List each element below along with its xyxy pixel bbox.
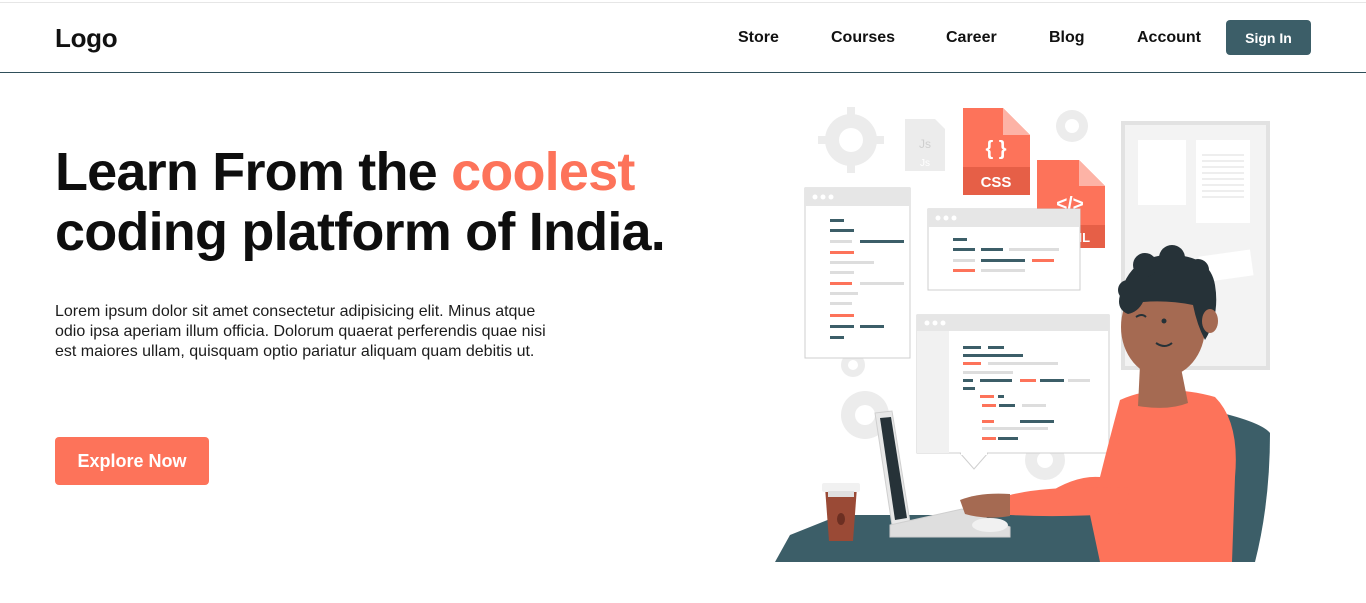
gear-icon — [1056, 110, 1088, 142]
code-window — [804, 187, 911, 359]
svg-text:Js: Js — [920, 158, 930, 169]
hero-title: Learn From the coolest coding platform o… — [55, 142, 715, 262]
svg-text:Js: Js — [919, 137, 931, 151]
coding-illustration: Js Js { } CSS </> HTML — [775, 107, 1270, 562]
hero-title-part2: coding platform of India. — [55, 202, 666, 262]
logo[interactable]: Logo — [55, 23, 118, 54]
nav-item-courses[interactable]: Courses — [831, 29, 895, 47]
js-file-icon: Js Js — [905, 119, 945, 171]
sign-in-button[interactable]: Sign In — [1226, 20, 1311, 55]
nav-item-career[interactable]: Career — [946, 29, 997, 47]
hero-description: Lorem ipsum dolor sit amet consectetur a… — [55, 303, 546, 360]
code-window — [927, 208, 1081, 291]
code-window — [916, 314, 1110, 470]
hero-title-accent: coolest — [451, 142, 635, 202]
nav-item-account[interactable]: Account — [1137, 29, 1201, 47]
css-file-icon: { } CSS — [963, 108, 1030, 195]
svg-text:CSS: CSS — [981, 174, 1012, 191]
nav-item-store[interactable]: Store — [738, 29, 779, 47]
gear-icon — [818, 107, 884, 173]
hero-title-part1: Learn From the — [55, 142, 452, 202]
navbar: Logo Store Courses Career Blog Account S… — [0, 3, 1366, 73]
svg-text:{ }: { } — [985, 138, 1006, 160]
nav-item-blog[interactable]: Blog — [1049, 29, 1085, 47]
explore-now-button[interactable]: Explore Now — [55, 437, 209, 485]
